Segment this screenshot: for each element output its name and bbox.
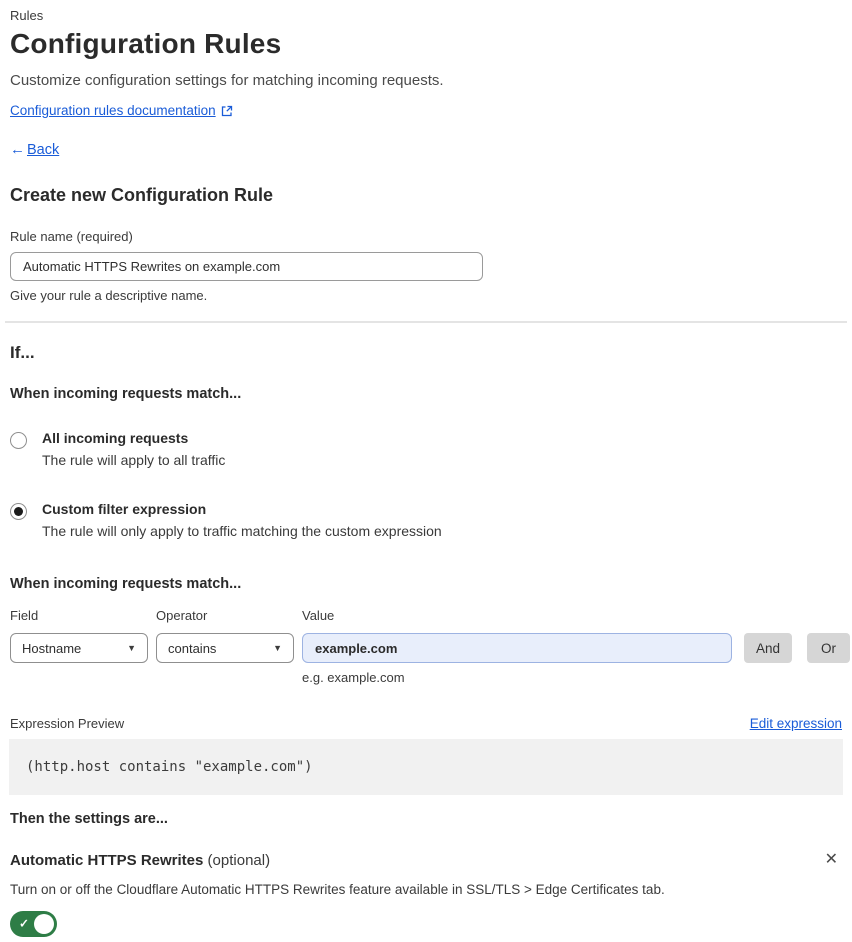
back-arrow-icon: ←: [10, 141, 25, 158]
operator-select-value: contains: [168, 640, 217, 656]
value-label: Value: [302, 608, 335, 623]
expression-builder-row: Field Hostname ▼ Operator contains ▼ Val…: [10, 608, 851, 685]
configuration-rules-page: Rules Configuration Rules Customize conf…: [0, 0, 852, 942]
field-select-value: Hostname: [22, 640, 82, 656]
operator-select[interactable]: contains ▼: [156, 633, 294, 663]
radio-unchecked-icon[interactable]: [10, 432, 27, 449]
radio-text: All incoming requests The rule will appl…: [42, 430, 225, 468]
edit-expression-link[interactable]: Edit expression: [750, 716, 842, 731]
and-button-column: And: [744, 608, 793, 685]
documentation-link[interactable]: Configuration rules documentation: [10, 103, 216, 118]
builder-heading: When incoming requests match...: [10, 576, 242, 592]
create-rule-title: Create new Configuration Rule: [10, 185, 274, 205]
expression-preview-label: Expression Preview: [10, 716, 125, 731]
setting-title: Automatic HTTPS Rewrites (optional): [10, 852, 270, 869]
radio-checked-icon[interactable]: [10, 503, 27, 520]
radio-text: Custom filter expression The rule will o…: [42, 501, 442, 539]
page-title: Configuration Rules: [10, 28, 282, 59]
radio-description: The rule will only apply to traffic matc…: [42, 523, 442, 539]
setting-optional-tag: (optional): [207, 851, 271, 869]
radio-all-incoming-requests[interactable]: All incoming requests The rule will appl…: [10, 430, 842, 468]
radio-custom-filter-expression[interactable]: Custom filter expression The rule will o…: [10, 501, 842, 539]
field-label: Field: [10, 608, 39, 623]
setting-name: Automatic HTTPS Rewrites: [10, 851, 204, 869]
section-divider: [5, 321, 847, 323]
expression-preview-row: Expression Preview Edit expression: [10, 716, 842, 731]
field-column: Field Hostname ▼: [10, 608, 148, 685]
match-heading: When incoming requests match...: [10, 386, 242, 402]
or-button-column: Or: [807, 608, 851, 685]
chevron-down-icon: ▼: [273, 643, 282, 653]
automatic-https-rewrites-toggle[interactable]: ✓: [10, 911, 57, 937]
value-input[interactable]: [302, 633, 732, 663]
documentation-link-row: Configuration rules documentation: [10, 103, 842, 118]
close-icon[interactable]: ✕: [821, 850, 842, 870]
breadcrumb: Rules: [10, 8, 44, 23]
and-button[interactable]: And: [744, 633, 793, 663]
rule-name-input[interactable]: [10, 252, 483, 281]
toggle-knob: [34, 914, 54, 934]
operator-label: Operator: [156, 608, 208, 623]
setting-description: Turn on or off the Cloudflare Automatic …: [10, 882, 665, 897]
if-section-title: If...: [10, 343, 35, 362]
check-icon: ✓: [19, 916, 30, 931]
value-help: e.g. example.com: [302, 670, 405, 685]
value-column: Value e.g. example.com: [302, 608, 732, 685]
setting-header-row: Automatic HTTPS Rewrites (optional) ✕: [10, 850, 842, 870]
field-select[interactable]: Hostname ▼: [10, 633, 148, 663]
external-link-icon: [221, 105, 233, 117]
back-link-row: ← Back: [10, 141, 842, 158]
operator-column: Operator contains ▼: [156, 608, 294, 685]
radio-description: The rule will apply to all traffic: [42, 452, 226, 468]
expression-preview-code: (http.host contains "example.com"): [9, 739, 843, 795]
rule-name-help: Give your rule a descriptive name.: [10, 288, 208, 303]
back-link[interactable]: Back: [27, 142, 59, 158]
radio-label: Custom filter expression: [42, 501, 207, 517]
then-settings-heading: Then the settings are...: [10, 811, 168, 827]
page-subtitle: Customize configuration settings for mat…: [10, 72, 444, 89]
or-button[interactable]: Or: [807, 633, 851, 663]
rule-name-label: Rule name (required): [10, 229, 133, 244]
chevron-down-icon: ▼: [127, 643, 136, 653]
radio-label: All incoming requests: [42, 430, 189, 446]
